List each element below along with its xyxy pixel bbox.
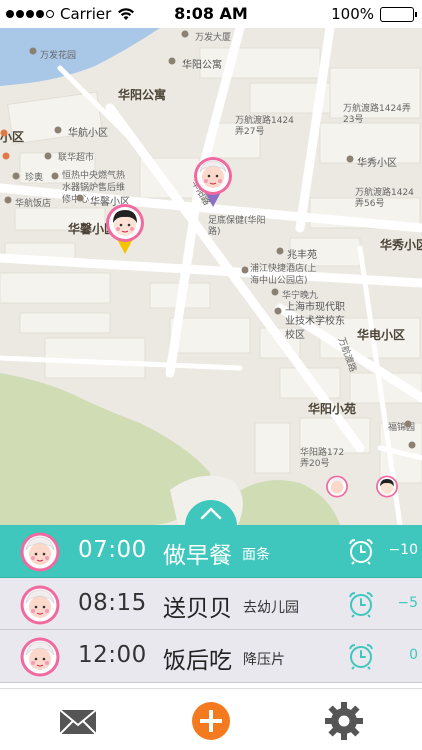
task-row[interactable]: 07:00 做早餐 面条 −10 xyxy=(0,525,422,578)
status-bar: Carrier 8:08 AM 100% xyxy=(0,0,422,28)
task-title: 饭后吃 xyxy=(163,648,232,674)
task-row[interactable]: 08:15 送贝贝 去幼儿园 −5 xyxy=(0,578,422,630)
tab-bar xyxy=(0,688,422,750)
alarm-clock-icon[interactable] xyxy=(347,537,375,565)
task-subtitle: 面条 xyxy=(242,547,270,563)
map-label: 华阳小苑 xyxy=(308,402,357,416)
map-label: 华阳公寓 xyxy=(182,60,222,71)
map-label: 万航渡路1424弄23号 xyxy=(343,104,411,125)
map-label: 万发大厦 xyxy=(195,33,232,43)
grandma-avatar-icon xyxy=(20,532,60,572)
map-label: 华阳路172弄20号 xyxy=(300,448,345,469)
grandma-avatar-icon xyxy=(20,637,60,677)
person-pin-small-child[interactable] xyxy=(375,475,399,505)
map-label: 万航渡路1424弄27号 xyxy=(235,116,294,137)
person-pin-small-grandma[interactable] xyxy=(325,475,349,505)
map-label: 珍奥 xyxy=(25,173,44,183)
settings-icon[interactable] xyxy=(324,701,364,741)
map-base xyxy=(0,28,422,525)
map-label: 万航渡路1424弄56号 xyxy=(355,188,414,209)
task-row[interactable]: 12:00 饭后吃 降压片 0 xyxy=(0,630,422,683)
map-label: 万发花园 xyxy=(40,51,77,61)
battery-icon xyxy=(380,6,417,22)
task-subtitle: 降压片 xyxy=(243,652,285,668)
reminder-offset: −10 xyxy=(388,542,418,558)
battery-group: 100% xyxy=(331,5,417,23)
map-label: 华阳公寓 xyxy=(118,88,167,102)
map-label: 联华超市 xyxy=(58,153,95,163)
task-time: 12:00 xyxy=(78,642,147,668)
task-title: 做早餐 xyxy=(163,543,232,569)
map-label: 华航小区 xyxy=(68,128,108,139)
chevron-up-icon xyxy=(200,507,222,520)
grandma-avatar-icon xyxy=(20,585,60,625)
add-icon[interactable] xyxy=(191,701,231,741)
task-time: 07:00 xyxy=(78,537,147,563)
map-label: 华航饭店 xyxy=(15,199,52,209)
task-list: 07:00 做早餐 面条 −10 08:15 送贝贝 去幼儿园 −5 12:00… xyxy=(0,525,422,683)
map-label: 足底保健(华阳路) xyxy=(208,216,266,237)
task-subtitle: 去幼儿园 xyxy=(243,600,299,616)
map-label: 华宁晚九 xyxy=(282,291,319,301)
person-pin-grandma[interactable] xyxy=(193,156,233,208)
battery-percent: 100% xyxy=(331,5,374,23)
mail-icon[interactable] xyxy=(58,701,98,741)
reminder-offset: −5 xyxy=(397,595,418,611)
person-pin-child[interactable] xyxy=(105,203,145,255)
map-label: 兆丰苑 xyxy=(287,250,317,261)
task-title: 送贝贝 xyxy=(163,596,232,622)
reminder-offset: 0 xyxy=(409,647,418,663)
map-label: 福锦园 xyxy=(388,423,416,433)
alarm-clock-icon[interactable] xyxy=(347,642,375,670)
map-label: 浦江快捷酒店(上海中山公园店) xyxy=(250,264,317,286)
map-label: 华秀小区 xyxy=(380,238,422,252)
map-label: 华电小区 xyxy=(357,328,406,342)
map-label: 小区 xyxy=(0,130,25,144)
map-view[interactable]: 万发大厦 万发花园 华阳公寓 华阳公寓 万航渡路1424弄27号 万航渡路142… xyxy=(0,28,422,525)
map-label: 华秀小区 xyxy=(357,158,397,169)
alarm-clock-icon[interactable] xyxy=(347,590,375,618)
task-time: 08:15 xyxy=(78,590,147,616)
